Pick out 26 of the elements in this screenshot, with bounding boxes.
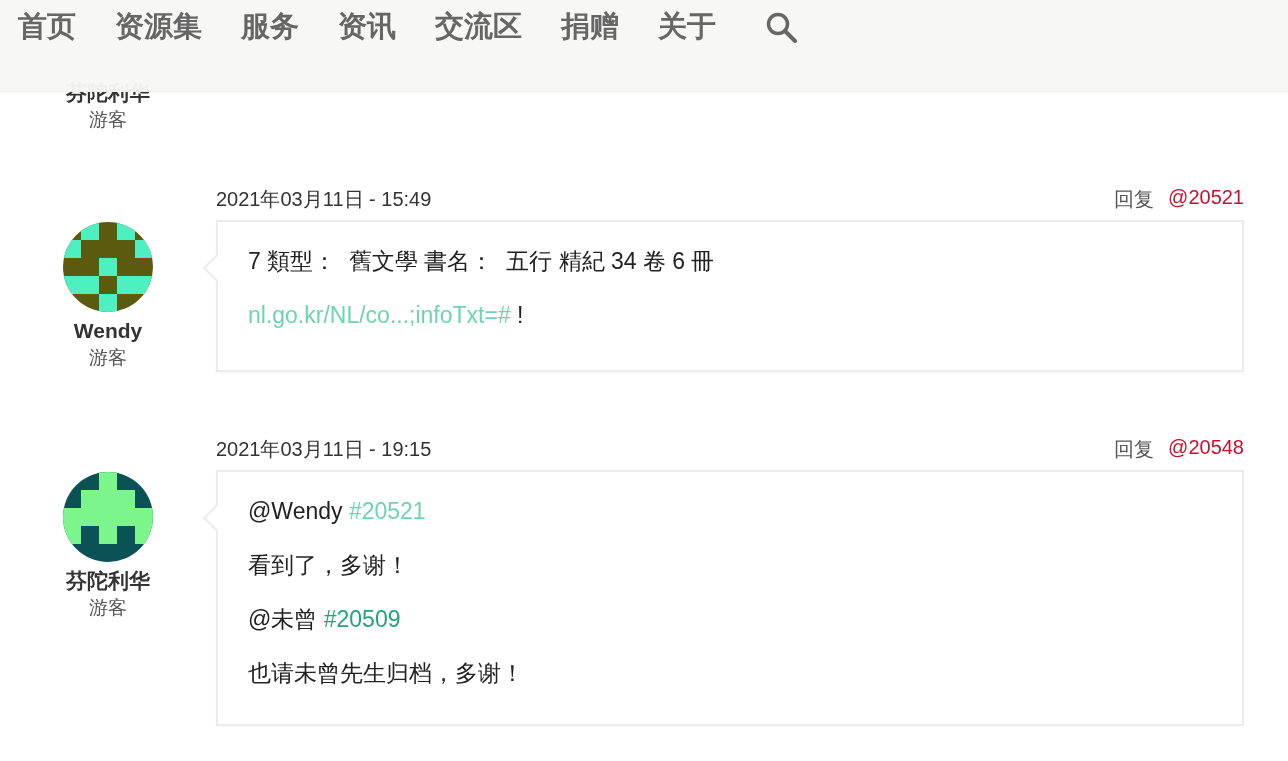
comment-id-link[interactable]: @20521	[1168, 185, 1244, 213]
comment-date: 2021年03月11日 - 15:49	[216, 186, 432, 212]
nav-link[interactable]: 资源集	[115, 6, 202, 46]
nav-link[interactable]: 关于	[658, 6, 716, 46]
nav-link[interactable]: 资讯	[338, 6, 396, 46]
nav-link[interactable]: 服务	[241, 6, 299, 46]
comment-id-link[interactable]: @20548	[1168, 435, 1244, 463]
nav-link[interactable]: 交流区	[435, 6, 522, 46]
reply-link[interactable]: 回复	[1114, 435, 1155, 463]
nav-link[interactable]: 捐赠	[561, 6, 619, 46]
comment-text: @Wendy #20521	[248, 497, 427, 526]
author-role: 游客	[89, 346, 127, 370]
nav-link[interactable]: 首页	[18, 6, 76, 46]
comment-text: nl.go.kr/NL/co...;infoTxt=# !	[248, 301, 525, 330]
author-name: 芬陀利华	[66, 568, 150, 594]
comment-text: 也请未曾先生归档，多谢！	[248, 659, 525, 688]
comment-text: @未曾 #20509	[248, 605, 402, 634]
reply-link[interactable]: 回复	[1114, 185, 1155, 213]
comment-text: 看到了，多谢！	[248, 551, 410, 580]
comment-text: 7 類型： 舊文學 書名： 五行 精紀 34 卷 6 冊	[248, 247, 716, 276]
author-role: 游客	[89, 108, 127, 132]
comment-date: 2021年03月11日 - 19:15	[216, 436, 432, 462]
search-icon[interactable]	[765, 11, 797, 43]
comment-link[interactable]: #20509	[323, 606, 401, 632]
author-role: 游客	[89, 596, 127, 620]
author-name: Wendy	[73, 318, 143, 344]
